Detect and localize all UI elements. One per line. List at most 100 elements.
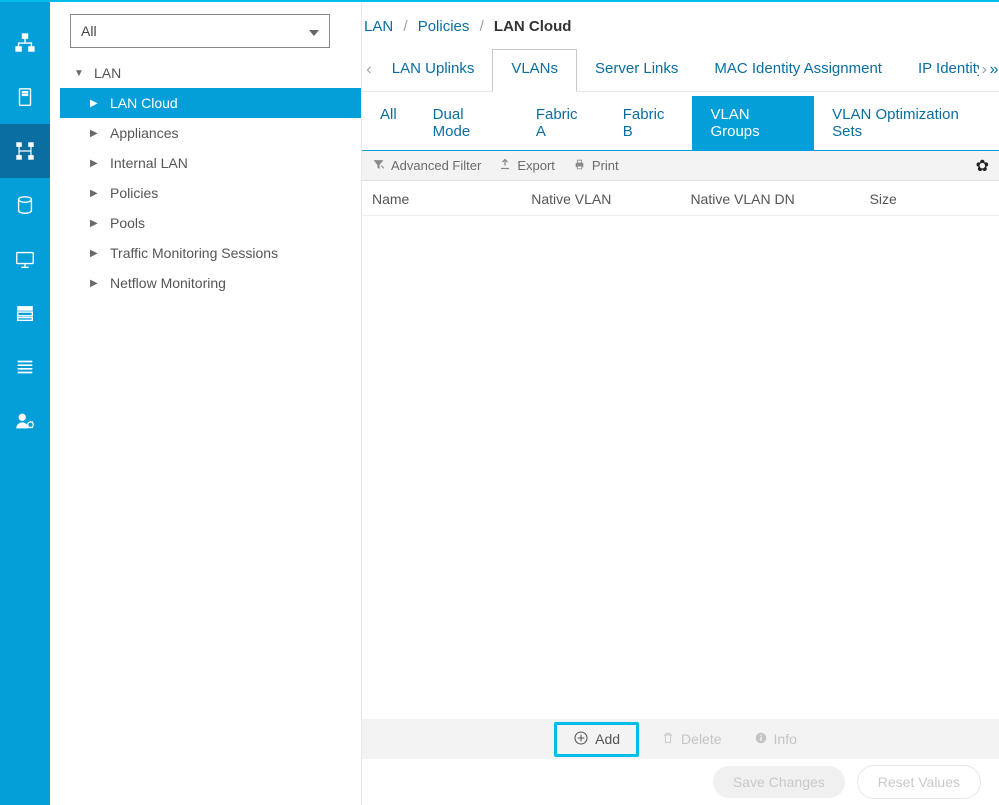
tabs-scroll-right[interactable]: › <box>979 61 989 79</box>
chevron-right-icon: ▶ <box>90 188 104 199</box>
subtab-dual-mode[interactable]: Dual Mode <box>415 96 518 150</box>
crumb-policies[interactable]: Policies <box>418 18 470 35</box>
crumb-lan[interactable]: LAN <box>364 18 393 35</box>
subtab-fabric-a[interactable]: Fabric A <box>518 96 605 150</box>
rail-equipment[interactable] <box>0 16 50 70</box>
plus-circle-icon <box>573 730 589 749</box>
tabs-secondary: All Dual Mode Fabric A Fabric B VLAN Gro… <box>362 96 999 151</box>
subtab-fabric-b[interactable]: Fabric B <box>605 96 693 150</box>
admin-icon <box>14 410 36 432</box>
info-button[interactable]: Info <box>744 727 807 752</box>
rail-servers[interactable] <box>0 70 50 124</box>
tab-mac-identity[interactable]: MAC Identity Assignment <box>696 50 900 91</box>
delete-button[interactable]: Delete <box>651 727 731 752</box>
chevron-right-icon: ▶ <box>90 98 104 109</box>
rail-lan[interactable] <box>0 124 50 178</box>
tree-item-label: Internal LAN <box>110 155 188 171</box>
tabs-scroll-end[interactable]: » <box>989 61 999 79</box>
list-icon <box>14 356 36 378</box>
tree-item-label: LAN Cloud <box>110 95 178 111</box>
rail-san[interactable] <box>0 178 50 232</box>
tree-root-lan[interactable]: ▼ LAN <box>60 58 361 88</box>
tree-item-label: Pools <box>110 215 145 231</box>
tree-item-netflow-monitoring[interactable]: ▶ Netflow Monitoring <box>60 268 361 298</box>
server-icon <box>14 86 36 108</box>
advanced-filter-label: Advanced Filter <box>391 158 481 173</box>
chevron-right-icon: ▶ <box>90 218 104 229</box>
chevron-right-icon: ▶ <box>90 128 104 139</box>
tab-lan-uplinks[interactable]: LAN Uplinks <box>374 50 493 91</box>
storage-icon <box>14 194 36 216</box>
rail-vm[interactable] <box>0 232 50 286</box>
crumb-sep: / <box>403 18 407 35</box>
chevron-right-icon: ▶ <box>90 158 104 169</box>
subtab-all[interactable]: All <box>362 96 415 150</box>
subtab-vlan-groups[interactable]: VLAN Groups <box>692 96 814 150</box>
save-changes-button[interactable]: Save Changes <box>713 766 845 798</box>
table-toolbar: Advanced Filter Export Print ✿ <box>362 151 999 181</box>
table-action-bar: Add Delete Info <box>362 719 999 759</box>
tree-item-label: Netflow Monitoring <box>110 275 226 291</box>
caret-down-icon <box>309 23 319 39</box>
rail-admin[interactable] <box>0 394 50 448</box>
print-label: Print <box>592 158 619 173</box>
filter-selected: All <box>81 23 97 39</box>
nav-rail <box>0 2 50 805</box>
rail-storage[interactable] <box>0 286 50 340</box>
reset-values-button[interactable]: Reset Values <box>857 765 981 799</box>
trash-icon <box>661 731 675 748</box>
col-name[interactable]: Name <box>372 191 531 207</box>
tree-item-traffic-monitoring[interactable]: ▶ Traffic Monitoring Sessions <box>60 238 361 268</box>
print-button[interactable]: Print <box>573 158 619 174</box>
export-label: Export <box>517 158 555 173</box>
tree-root-label: LAN <box>94 65 121 81</box>
delete-label: Delete <box>681 731 721 747</box>
col-native-vlan[interactable]: Native VLAN <box>531 191 690 207</box>
stack-icon <box>14 302 36 324</box>
col-native-vlan-dn[interactable]: Native VLAN DN <box>690 191 869 207</box>
gear-icon: ✿ <box>976 158 989 175</box>
info-icon <box>754 731 768 748</box>
tree-item-lan-cloud[interactable]: ▶ LAN Cloud <box>60 88 361 118</box>
lan-icon <box>14 140 36 162</box>
print-icon <box>573 158 586 174</box>
crumb-sep: / <box>480 18 484 35</box>
crumb-current: LAN Cloud <box>494 18 571 35</box>
table-body-empty <box>362 216 999 719</box>
tree-item-internal-lan[interactable]: ▶ Internal LAN <box>60 148 361 178</box>
chevron-right-icon: ▶ <box>90 248 104 259</box>
monitor-icon <box>14 248 36 270</box>
nav-tree: ▼ LAN ▶ LAN Cloud ▶ Appliances ▶ Internal L… <box>60 58 361 298</box>
tree-item-policies[interactable]: ▶ Policies <box>60 178 361 208</box>
tabs-scroll-left[interactable]: ‹ <box>364 61 374 79</box>
export-icon <box>499 158 511 173</box>
tab-vlans[interactable]: VLANs <box>492 49 577 92</box>
table-settings-button[interactable]: ✿ <box>976 156 989 176</box>
info-label: Info <box>774 731 797 747</box>
subtab-vlan-opt-sets[interactable]: VLAN Optimization Sets <box>814 96 999 150</box>
breadcrumb: LAN / Policies / LAN Cloud <box>362 2 999 49</box>
add-label: Add <box>595 731 620 747</box>
tree-item-label: Traffic Monitoring Sessions <box>110 245 278 261</box>
table-header: Name Native VLAN Native VLAN DN Size <box>362 181 999 216</box>
export-button[interactable]: Export <box>499 158 555 173</box>
filter-icon <box>372 158 385 174</box>
add-button[interactable]: Add <box>554 722 639 757</box>
tree-item-appliances[interactable]: ▶ Appliances <box>60 118 361 148</box>
network-topology-icon <box>14 32 36 54</box>
main: LAN / Policies / LAN Cloud ‹ LAN Uplinks… <box>362 2 999 805</box>
tab-server-links[interactable]: Server Links <box>577 50 696 91</box>
chevron-down-icon: ▼ <box>74 68 88 79</box>
advanced-filter-button[interactable]: Advanced Filter <box>372 158 481 174</box>
chevron-right-icon: ▶ <box>90 278 104 289</box>
tree-item-label: Appliances <box>110 125 179 141</box>
sidebar: All ▼ LAN ▶ LAN Cloud ▶ Appliances ▶ Intern… <box>50 2 362 805</box>
footer: Save Changes Reset Values <box>362 759 999 805</box>
rail-chassis[interactable] <box>0 340 50 394</box>
tabs-primary: ‹ LAN Uplinks VLANs Server Links MAC Ide… <box>362 49 999 92</box>
col-size[interactable]: Size <box>870 191 989 207</box>
tree-item-label: Policies <box>110 185 158 201</box>
filter-select[interactable]: All <box>70 14 330 48</box>
tab-ip-identity[interactable]: IP Identity Assig <box>900 50 979 91</box>
tree-item-pools[interactable]: ▶ Pools <box>60 208 361 238</box>
